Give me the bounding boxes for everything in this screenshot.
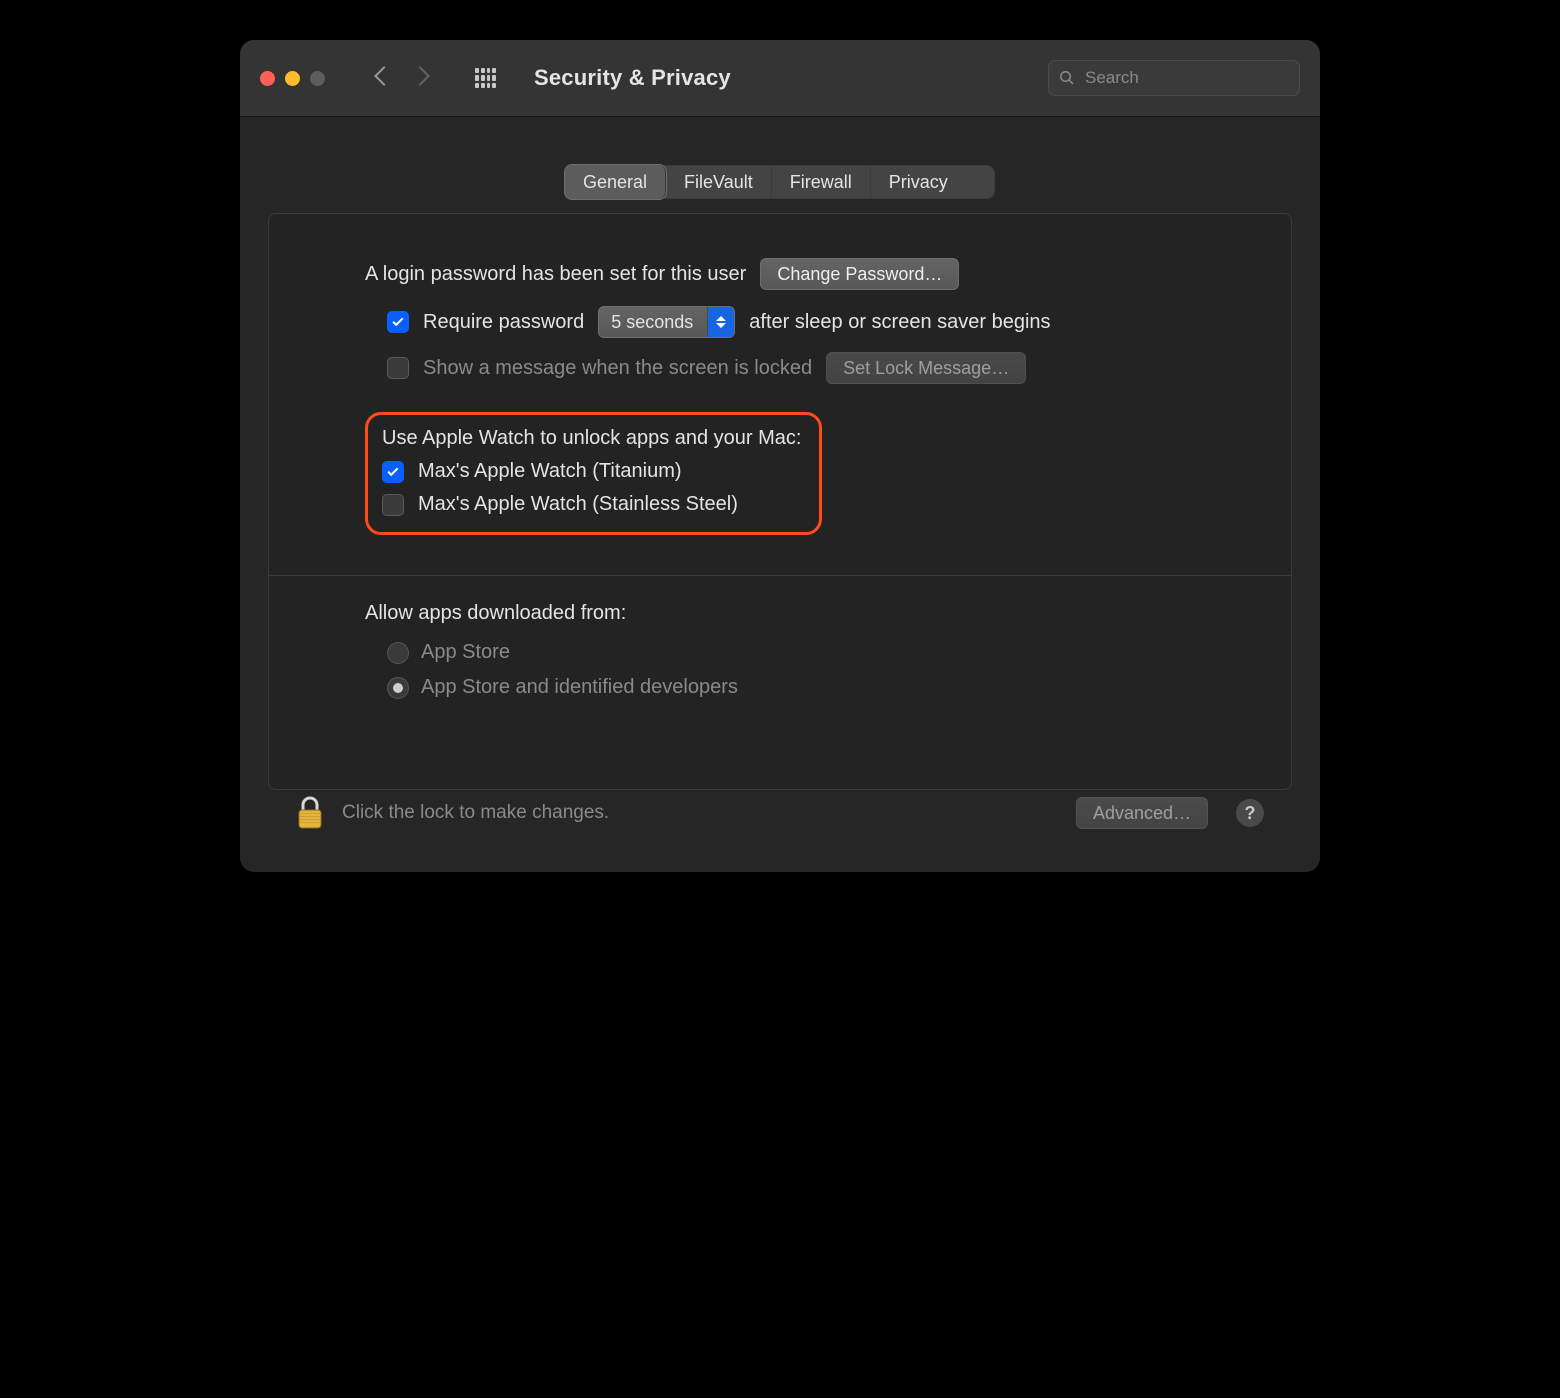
page-title: Security & Privacy <box>534 65 731 91</box>
login-password-text: A login password has been set for this u… <box>365 263 746 286</box>
back-button[interactable] <box>377 69 391 88</box>
tab-label: Firewall <box>790 172 852 193</box>
button-label: Advanced… <box>1093 803 1191 824</box>
show-message-label: Show a message when the screen is locked <box>423 357 812 380</box>
tab-general[interactable]: General <box>565 165 666 199</box>
require-password-row: Require password 5 seconds after sleep o… <box>387 306 1195 338</box>
apple-watch-item-2: Max's Apple Watch (Stainless Steel) <box>382 493 801 516</box>
apple-watch-checkbox-2[interactable] <box>382 494 404 516</box>
chevron-right-icon <box>410 66 430 86</box>
lock-icon <box>296 796 324 830</box>
prefs-window: Security & Privacy General FileVault Fir… <box>240 40 1320 872</box>
window-body: General FileVault Firewall Privacy A log… <box>240 117 1320 872</box>
tab-label: FileVault <box>684 172 753 193</box>
change-password-button[interactable]: Change Password… <box>760 258 959 290</box>
apple-watch-checkbox-1[interactable] <box>382 461 404 483</box>
stepper-icon <box>707 307 734 337</box>
close-window-button[interactable] <box>260 71 275 86</box>
footer: Click the lock to make changes. Advanced… <box>268 790 1292 852</box>
search-input[interactable] <box>1083 67 1308 89</box>
help-icon: ? <box>1245 803 1256 824</box>
apple-watch-heading: Use Apple Watch to unlock apps and your … <box>382 427 801 450</box>
apple-watch-highlight: Use Apple Watch to unlock apps and your … <box>365 412 822 535</box>
tab-bar: General FileVault Firewall Privacy <box>565 165 995 199</box>
lock-text: Click the lock to make changes. <box>342 802 609 824</box>
require-password-checkbox[interactable] <box>387 311 409 333</box>
allow-apps-option-1: App Store <box>387 641 1195 664</box>
advanced-button[interactable]: Advanced… <box>1076 797 1208 829</box>
zoom-window-button[interactable] <box>310 71 325 86</box>
require-password-delay-select[interactable]: 5 seconds <box>598 306 735 338</box>
forward-button[interactable] <box>413 69 427 88</box>
desktop: Security & Privacy General FileVault Fir… <box>0 0 1560 1398</box>
show-message-checkbox[interactable] <box>387 357 409 379</box>
nav-buttons <box>377 69 427 88</box>
titlebar: Security & Privacy <box>240 40 1320 117</box>
set-lock-message-button[interactable]: Set Lock Message… <box>826 352 1026 384</box>
search-field[interactable] <box>1048 60 1300 96</box>
allow-apps-option-2: App Store and identified developers <box>387 676 1195 699</box>
minimize-window-button[interactable] <box>285 71 300 86</box>
window-controls <box>260 71 325 86</box>
radio-label: App Store and identified developers <box>421 676 738 699</box>
general-panel: A login password has been set for this u… <box>268 213 1292 790</box>
app-store-radio[interactable] <box>387 642 409 664</box>
divider <box>269 575 1291 576</box>
search-icon <box>1059 70 1075 86</box>
tab-privacy[interactable]: Privacy <box>871 165 966 199</box>
lock-button[interactable] <box>296 796 324 830</box>
checkmark-icon <box>386 465 400 479</box>
help-button[interactable]: ? <box>1236 799 1264 827</box>
after-sleep-text: after sleep or screen saver begins <box>749 311 1050 334</box>
allow-apps-label: Allow apps downloaded from: <box>365 602 1195 625</box>
radio-label: App Store <box>421 641 510 664</box>
show-all-button[interactable] <box>475 68 496 89</box>
apple-watch-item-label: Max's Apple Watch (Titanium) <box>418 460 682 483</box>
show-message-row: Show a message when the screen is locked… <box>387 352 1195 384</box>
require-password-label: Require password <box>423 311 584 334</box>
tab-firewall[interactable]: Firewall <box>772 165 871 199</box>
apple-watch-item-1: Max's Apple Watch (Titanium) <box>382 460 801 483</box>
select-value: 5 seconds <box>611 312 707 333</box>
identified-developers-radio[interactable] <box>387 677 409 699</box>
tab-label: General <box>583 172 647 193</box>
checkmark-icon <box>391 315 405 329</box>
tab-filevault[interactable]: FileVault <box>666 165 772 199</box>
button-label: Set Lock Message… <box>843 358 1009 379</box>
apple-watch-item-label: Max's Apple Watch (Stainless Steel) <box>418 493 738 516</box>
button-label: Change Password… <box>777 264 942 285</box>
tab-label: Privacy <box>889 172 948 193</box>
login-password-row: A login password has been set for this u… <box>365 258 1195 290</box>
chevron-left-icon <box>374 66 394 86</box>
